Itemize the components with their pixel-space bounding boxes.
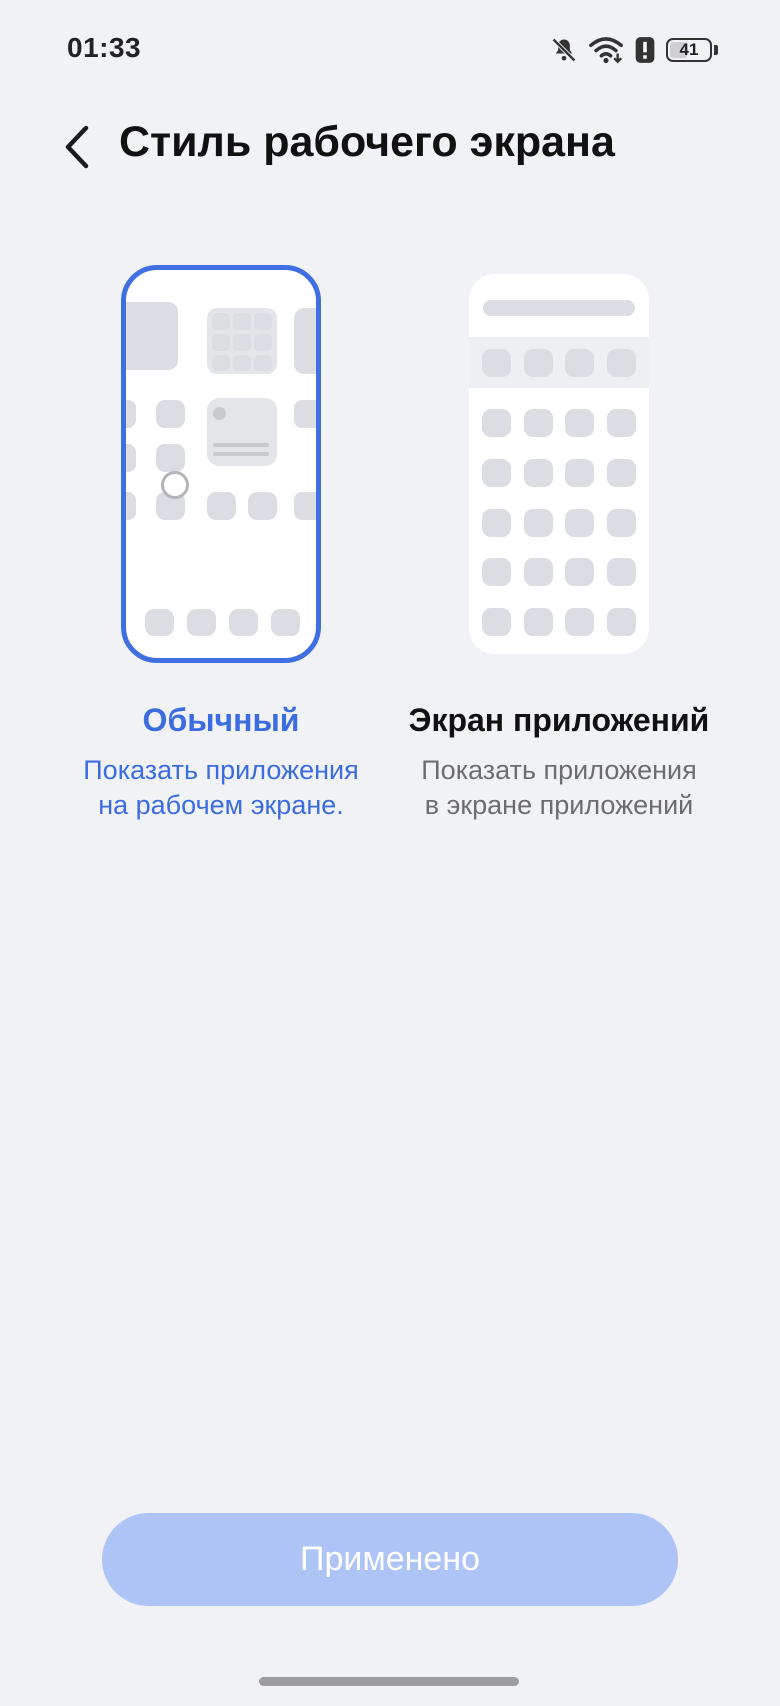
- app-drawer-preview: [469, 274, 649, 654]
- option-app-drawer[interactable]: [469, 274, 649, 654]
- option-app-drawer-description-line2: в экране приложений: [424, 790, 694, 820]
- status-icons: 41: [550, 34, 718, 66]
- apply-button[interactable]: Применено: [102, 1513, 678, 1606]
- normal-preview: [121, 265, 321, 663]
- back-button[interactable]: [58, 124, 98, 170]
- option-normal-description-line2: на рабочем экране.: [98, 790, 344, 820]
- option-normal-description: Показать приложения на рабочем экране.: [56, 753, 386, 823]
- option-normal[interactable]: [121, 265, 321, 663]
- option-app-drawer-description: Показать приложения в экране приложений: [394, 753, 724, 823]
- wifi-icon: [589, 37, 623, 64]
- option-app-drawer-description-line1: Показать приложения: [421, 755, 697, 785]
- bell-muted-icon: [552, 38, 576, 62]
- preview-search-bar: [483, 300, 635, 316]
- preview-widget: [126, 302, 178, 370]
- battery-level: 41: [679, 40, 699, 59]
- chevron-left-icon: [65, 125, 89, 169]
- drag-indicator: [161, 471, 189, 499]
- page-title: Стиль рабочего экрана: [119, 118, 615, 166]
- option-normal-description-line1: Показать приложения: [83, 755, 359, 785]
- alert-icon: [635, 37, 655, 63]
- option-normal-title: Обычный: [142, 702, 300, 738]
- status-time: 01:33: [67, 32, 142, 63]
- battery-cap: [714, 45, 718, 55]
- battery-icon: 41: [666, 38, 712, 62]
- home-indicator[interactable]: [259, 1677, 519, 1686]
- option-app-drawer-title: Экран приложений: [408, 702, 710, 738]
